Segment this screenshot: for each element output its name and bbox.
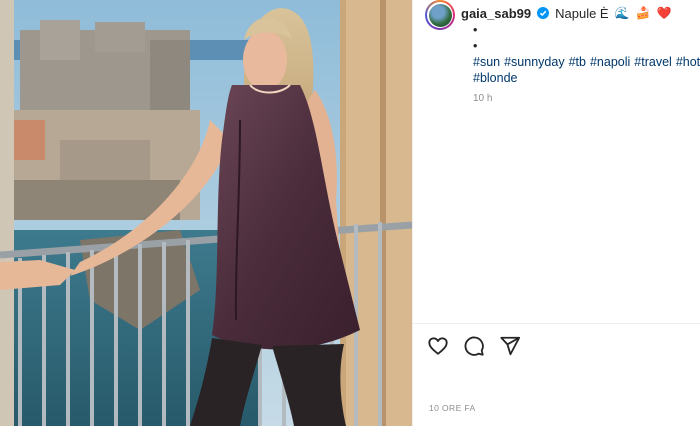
username-link[interactable]: gaia_sab99 bbox=[461, 6, 531, 21]
hashtag-list: #sun #sunnyday #tb #napoli #travel #hot bbox=[473, 54, 700, 70]
wave-emoji: 🌊 bbox=[614, 6, 630, 20]
caption-relative-time: 10 h bbox=[473, 93, 493, 104]
post-sidebar: gaia_sab99 Napule È 🌊 🍰 ❤️ • • #sun #sunn… bbox=[412, 0, 700, 426]
hashtag-link[interactable]: #napoli bbox=[590, 55, 630, 69]
hashtag-list-line-2: #blonde bbox=[473, 70, 700, 86]
avatar[interactable] bbox=[425, 0, 455, 30]
hashtag-link[interactable]: #sun bbox=[473, 55, 500, 69]
caption-dot: • bbox=[473, 23, 478, 37]
hashtag-link[interactable]: #sunnyday bbox=[504, 55, 564, 69]
heart-icon[interactable] bbox=[427, 335, 449, 357]
comment-icon[interactable] bbox=[463, 335, 485, 357]
avatar-photo bbox=[428, 3, 452, 27]
post-photo[interactable] bbox=[0, 0, 412, 426]
location-text: Napule È bbox=[555, 5, 609, 21]
instagram-post: gaia_sab99 Napule È 🌊 🍰 ❤️ • • #sun #sunn… bbox=[0, 0, 700, 426]
post-timestamp: 10 ORE FA bbox=[429, 403, 476, 413]
post-caption: • • #sun #sunnyday #tb #napoli #travel #hot #… bbox=[473, 22, 700, 86]
action-bar bbox=[427, 335, 521, 357]
hashtag-link[interactable]: #tb bbox=[569, 55, 586, 69]
post-photo-illustration bbox=[0, 0, 412, 426]
share-icon[interactable] bbox=[499, 335, 521, 357]
actions-divider bbox=[413, 323, 700, 324]
verified-badge-icon bbox=[537, 7, 550, 19]
caption-dot: • bbox=[473, 39, 478, 53]
hashtag-link[interactable]: #blonde bbox=[473, 71, 518, 85]
hashtag-link[interactable]: #hot bbox=[676, 55, 700, 69]
cake-emoji: 🍰 bbox=[635, 6, 651, 20]
avatar-ring bbox=[427, 2, 453, 28]
hashtag-link[interactable]: #travel bbox=[634, 55, 672, 69]
heart-emoji: ❤️ bbox=[656, 6, 672, 20]
